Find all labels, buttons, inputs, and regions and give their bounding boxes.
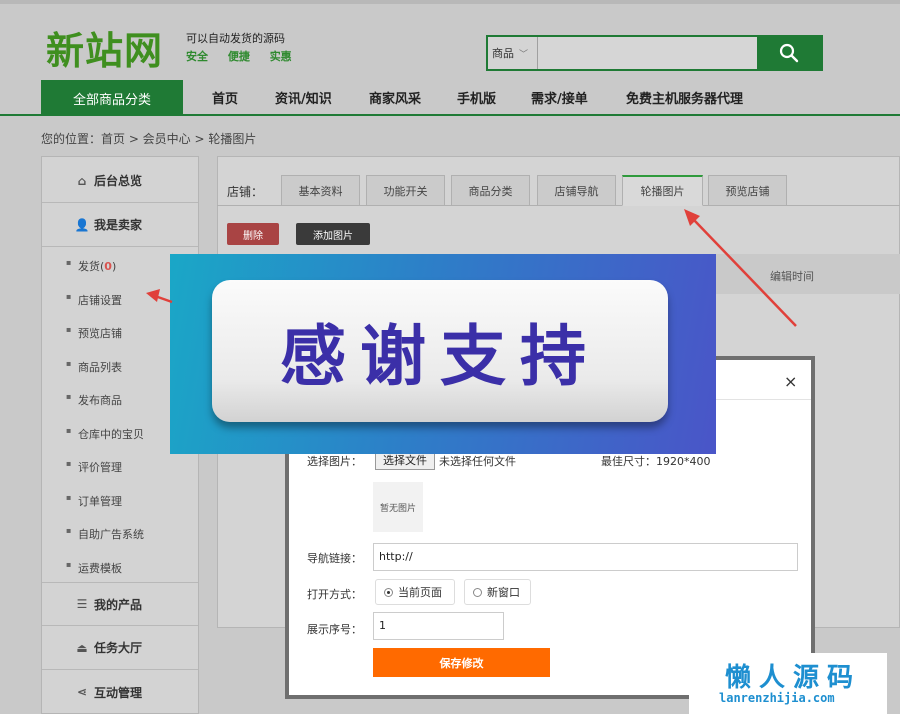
link-input[interactable]: http://	[373, 543, 798, 571]
order-input[interactable]: 1	[373, 612, 504, 640]
size-hint: 最佳尺寸：1920*400	[601, 455, 711, 468]
tab-feature-toggle[interactable]: 功能开关	[366, 175, 445, 206]
sidebar-item-label: 我是卖家	[94, 218, 143, 232]
sidebar-sub-label: )	[111, 260, 117, 273]
sidebar-item-interaction[interactable]: ⋖ 互动管理	[42, 670, 198, 714]
site-logo[interactable]: 新站网	[46, 20, 163, 75]
hall-icon: ⏏	[76, 640, 88, 655]
watermark-url: lanrenzhijia.com	[719, 691, 835, 705]
slogan-tag: 安全	[186, 50, 208, 63]
home-icon: ⌂	[77, 173, 87, 188]
nav-demand[interactable]: 需求/接单	[531, 88, 588, 107]
sidebar-item-dashboard[interactable]: ⌂ 后台总览	[42, 159, 198, 203]
sidebar-item-tasks[interactable]: ⏏ 任务大厅	[42, 626, 198, 670]
top-strip	[0, 0, 900, 4]
search-category-label: 商品	[492, 47, 514, 60]
sidebar-sub-orders[interactable]: 订单管理	[66, 493, 122, 509]
tabs-label: 店铺：	[227, 185, 264, 199]
all-categories-button[interactable]: 全部商品分类	[41, 80, 183, 116]
share-icon: ⋖	[76, 685, 88, 699]
sidebar-item-label: 互动管理	[94, 685, 143, 700]
chevron-down-icon: ﹀	[519, 49, 529, 60]
save-button[interactable]: 保存修改	[373, 648, 550, 677]
radio-current-page[interactable]: 当前页面	[375, 579, 455, 605]
site-slogan: 可以自动发货的源码	[186, 32, 285, 45]
tab-basic-info[interactable]: 基本资料	[281, 175, 360, 206]
tab-preview-shop[interactable]: 预览店铺	[708, 175, 787, 206]
search-input[interactable]	[538, 37, 757, 69]
order-field-label: 展示序号：	[307, 623, 362, 636]
tab-shop-nav[interactable]: 店铺导航	[537, 175, 616, 206]
delete-button[interactable]: 删除	[227, 223, 279, 245]
watermark: 懒人源码 lanrenzhijia.com	[689, 653, 887, 714]
tab-carousel[interactable]: 轮播图片	[622, 175, 703, 206]
search-button[interactable]	[757, 37, 821, 69]
search-icon	[779, 43, 799, 63]
close-icon[interactable]: ×	[784, 372, 797, 391]
thanks-banner: 感谢支持	[170, 254, 716, 454]
search-bar: 商品 ﹀	[486, 35, 823, 71]
image-placeholder: 暂无图片	[373, 482, 423, 532]
sidebar-sub-ad-system[interactable]: 自助广告系统	[66, 526, 144, 542]
radio-checked-icon	[384, 587, 393, 597]
slogan-tag: 实惠	[269, 50, 292, 63]
banner-text: 感谢支持	[280, 318, 600, 395]
ship-count-badge: 0	[104, 260, 112, 273]
watermark-cn: 懒人源码	[725, 663, 862, 693]
banner-plate: 感谢支持	[212, 280, 668, 422]
sidebar-item-label: 任务大厅	[94, 641, 143, 655]
nav-merchants[interactable]: 商家风采	[369, 88, 421, 107]
radio-label: 新窗口	[487, 586, 520, 599]
sidebar-sub-ship[interactable]: 发货(0)	[66, 258, 117, 274]
slogan-tag: 便捷	[227, 50, 250, 63]
image-field-label: 选择图片：	[307, 455, 362, 468]
link-field-label: 导航链接：	[307, 552, 362, 565]
sidebar-sub-shipping-template[interactable]: 运费模板	[66, 560, 122, 576]
slogan-tags: 安全 便捷 实惠	[186, 48, 308, 64]
add-image-button[interactable]: 添加图片	[296, 223, 370, 245]
breadcrumb: 您的位置：首页 > 会员中心 > 轮播图片	[41, 132, 257, 146]
nav-free-hosting[interactable]: 免费主机服务器代理	[626, 88, 743, 107]
sidebar-sub-publish-product[interactable]: 发布商品	[66, 392, 122, 408]
sidebar-sub-shop-settings[interactable]: 店铺设置	[66, 292, 122, 308]
nav-mobile[interactable]: 手机版	[457, 88, 496, 107]
user-icon: 👤	[74, 217, 90, 232]
nav-home[interactable]: 首页	[212, 88, 238, 107]
sidebar-sub-label: 发货(	[78, 260, 105, 273]
sidebar-sub-reviews[interactable]: 评价管理	[66, 459, 122, 475]
tab-product-category[interactable]: 商品分类	[451, 175, 530, 206]
nav-news[interactable]: 资讯/知识	[275, 88, 332, 107]
radio-unchecked-icon	[473, 587, 482, 597]
search-category-select[interactable]: 商品 ﹀	[488, 37, 538, 69]
sidebar-sub-preview-shop[interactable]: 预览店铺	[66, 325, 122, 341]
sidebar-sub-product-list[interactable]: 商品列表	[66, 359, 122, 375]
sidebar-item-seller[interactable]: 👤 我是卖家	[42, 203, 198, 247]
sidebar-sub-warehouse[interactable]: 仓库中的宝贝	[66, 426, 144, 442]
radio-new-window[interactable]: 新窗口	[464, 579, 531, 605]
sidebar-item-label: 我的产品	[94, 597, 143, 612]
column-header-edit-time: 编辑时间	[770, 270, 814, 283]
sidebar-item-label: 后台总览	[94, 174, 143, 188]
open-mode-label: 打开方式：	[307, 588, 362, 601]
radio-label: 当前页面	[398, 586, 442, 599]
sidebar-item-products[interactable]: ☰ 我的产品	[42, 582, 198, 626]
list-icon: ☰	[76, 597, 88, 611]
file-status: 未选择任何文件	[439, 455, 516, 468]
